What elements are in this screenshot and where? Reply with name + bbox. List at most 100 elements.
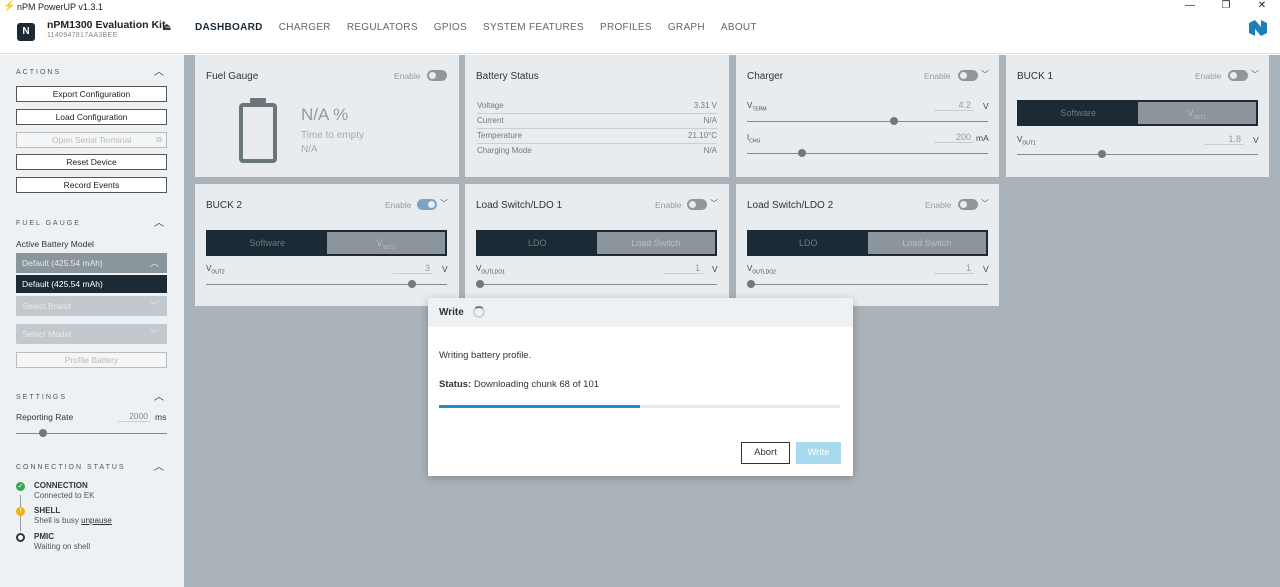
- pending-icon: [16, 533, 25, 542]
- chevron-down-icon[interactable]: ﹀: [440, 198, 448, 209]
- ldo1-load-switch-option[interactable]: Load Switch: [596, 232, 715, 254]
- vout1-slider[interactable]: [1017, 154, 1258, 155]
- record-events-button[interactable]: Record Events: [16, 177, 167, 193]
- ldo1-enable-toggle[interactable]: [687, 199, 707, 210]
- ldo2-ldo-option[interactable]: LDO: [749, 232, 868, 254]
- chevron-down-icon[interactable]: ﹀: [1251, 69, 1259, 80]
- fuel-gauge-section-header[interactable]: FUEL GAUGE ︿: [16, 217, 166, 229]
- chevron-down-icon: ﹀: [149, 301, 159, 311]
- loading-spinner-icon: [473, 306, 485, 318]
- time-to-empty-label: Time to empty: [301, 130, 364, 141]
- minimize-button[interactable]: —: [1172, 0, 1208, 14]
- close-button[interactable]: ✕: [1244, 0, 1280, 14]
- vterm-label: VTERM: [747, 101, 767, 113]
- nav-system-features[interactable]: SYSTEM FEATURES: [483, 22, 584, 33]
- card-title: Charger: [747, 71, 784, 82]
- nav-graph[interactable]: GRAPH: [668, 22, 705, 33]
- voutldo1-input[interactable]: 1: [663, 263, 703, 274]
- charger-card: Charger Enable ﹀ VTERM 4.2 V ICHG 200 mA: [736, 55, 999, 177]
- card-title: Load Switch/LDO 2: [747, 200, 834, 211]
- battery-model-option[interactable]: Default (425.54 mAh): [16, 275, 167, 293]
- vout1-label: VOUT1: [1017, 135, 1036, 147]
- battery-icon: [239, 103, 277, 163]
- card-title: Battery Status: [476, 71, 539, 82]
- buck1-enable-toggle[interactable]: [1228, 70, 1248, 81]
- buck1-software-option[interactable]: Software: [1019, 102, 1138, 124]
- ldo2-enable-toggle[interactable]: [958, 199, 978, 210]
- vout2-label: VOUT2: [206, 264, 225, 276]
- voutldo2-slider-handle[interactable]: [747, 280, 755, 288]
- connection-status-section-header[interactable]: CONNECTION STATUS ︿: [16, 461, 166, 473]
- card-title: Load Switch/LDO 1: [476, 200, 563, 211]
- vout1-slider-handle[interactable]: [1098, 150, 1106, 158]
- nav-dashboard[interactable]: DASHBOARD: [195, 22, 263, 33]
- enable-label: Enable: [655, 200, 682, 210]
- buck2-enable-toggle[interactable]: [417, 199, 437, 210]
- vout2-slider-handle[interactable]: [408, 280, 416, 288]
- buck2-vset2-option[interactable]: VSET2: [326, 232, 445, 254]
- voutldo1-slider-handle[interactable]: [476, 280, 484, 288]
- vterm-slider[interactable]: [747, 121, 988, 122]
- vout2-input[interactable]: 3: [393, 263, 433, 274]
- voutldo2-input[interactable]: 1: [934, 263, 974, 274]
- ldo1-mode-switch: LDO Load Switch: [476, 230, 717, 256]
- ichg-slider[interactable]: [747, 153, 988, 154]
- ldo1-ldo-option[interactable]: LDO: [478, 232, 597, 254]
- vout1-input[interactable]: 1.8: [1204, 134, 1244, 145]
- ichg-label: ICHG: [747, 133, 761, 145]
- nav-charger[interactable]: CHARGER: [279, 22, 331, 33]
- select-model-dropdown[interactable]: Select Model ﹀: [16, 324, 167, 344]
- unpause-link[interactable]: unpause: [81, 516, 112, 525]
- window-titlebar: ⚡ nPM PowerUP v1.3.1 — ❐ ✕: [0, 0, 1280, 14]
- write-button[interactable]: Write: [796, 442, 841, 464]
- nav-about[interactable]: ABOUT: [721, 22, 757, 33]
- voutldo2-slider[interactable]: [747, 284, 988, 285]
- app-header: N nPM1300 Evaluation Kit 1140947817AA3BE…: [0, 14, 1280, 54]
- device-name: nPM1300 Evaluation Kit: [47, 19, 166, 31]
- buck2-software-option[interactable]: Software: [208, 232, 327, 254]
- reporting-rate-input[interactable]: 2000: [118, 411, 150, 422]
- ichg-slider-handle[interactable]: [798, 149, 806, 157]
- ichg-input[interactable]: 200: [934, 132, 974, 143]
- battery-status-row: Charging Mode N/A: [477, 146, 717, 155]
- profile-battery-button[interactable]: Profile Battery: [16, 352, 167, 368]
- chevron-down-icon[interactable]: ﹀: [710, 198, 718, 209]
- fuel-gauge-enable-toggle[interactable]: [427, 70, 447, 81]
- battery-model-select[interactable]: Default (425.54 mAh) ︿: [16, 253, 167, 273]
- device-serial: 1140947817AA3BEE: [47, 32, 118, 39]
- ldo2-load-switch-option[interactable]: Load Switch: [867, 232, 986, 254]
- fuel-gauge-card: Fuel Gauge Enable N/A % Time to empty N/…: [195, 55, 459, 177]
- settings-section-header[interactable]: SETTINGS ︿: [16, 391, 166, 403]
- main-nav: DASHBOARD CHARGER REGULATORS GPIOS SYSTE…: [195, 22, 773, 33]
- reset-device-button[interactable]: Reset Device: [16, 154, 167, 170]
- window-controls: — ❐ ✕: [1172, 0, 1280, 14]
- charger-enable-toggle[interactable]: [958, 70, 978, 81]
- open-serial-terminal-button[interactable]: Open Serial Terminal ⧉: [16, 132, 167, 148]
- reporting-rate-slider-handle[interactable]: [39, 429, 47, 437]
- load-configuration-button[interactable]: Load Configuration: [16, 109, 167, 125]
- maximize-button[interactable]: ❐: [1208, 0, 1244, 14]
- buck1-vset1-option[interactable]: VSET1: [1137, 102, 1256, 124]
- window-title: nPM PowerUP v1.3.1: [17, 2, 103, 12]
- voutldo1-slider[interactable]: [476, 284, 717, 285]
- select-brand-dropdown[interactable]: Select Brand ﹀: [16, 296, 167, 316]
- chevron-up-icon: ︿: [154, 67, 164, 78]
- write-progress-fill: [439, 405, 640, 408]
- voutldo2-unit: V: [983, 264, 989, 274]
- eject-icon[interactable]: ⏏: [162, 22, 171, 33]
- export-configuration-button[interactable]: Export Configuration: [16, 86, 167, 102]
- dialog-header: Write: [428, 298, 853, 327]
- chevron-down-icon[interactable]: ﹀: [981, 69, 989, 80]
- actions-section-header[interactable]: ACTIONS ︿: [16, 66, 166, 78]
- chevron-up-icon: ︿: [154, 218, 164, 229]
- nav-gpios[interactable]: GPIOS: [434, 22, 467, 33]
- chevron-down-icon[interactable]: ﹀: [981, 198, 989, 209]
- vterm-input[interactable]: 4.2: [934, 100, 974, 111]
- nav-profiles[interactable]: PROFILES: [600, 22, 652, 33]
- ldo2-card: Load Switch/LDO 2 Enable ﹀ LDO Load Swit…: [736, 184, 999, 306]
- nav-regulators[interactable]: REGULATORS: [347, 22, 418, 33]
- enable-label: Enable: [924, 71, 951, 81]
- vterm-slider-handle[interactable]: [890, 117, 898, 125]
- abort-button[interactable]: Abort: [741, 442, 790, 464]
- card-title: BUCK 2: [206, 200, 243, 211]
